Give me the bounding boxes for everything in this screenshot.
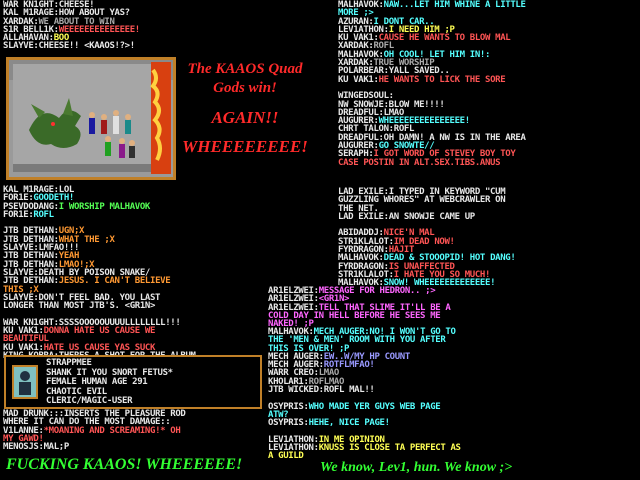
chat-message: CAUSE HE WANTS TO BLOW MAL bbox=[378, 33, 511, 44]
chat-message: HE WANTS TO LICK THE SORE bbox=[378, 74, 506, 85]
victory-banner: The KAAOS Quad Gods win! AGAIN!! WHEEEEE… bbox=[172, 60, 318, 156]
chat-line: OSYPRIS:HEHE, NICE PAGE! bbox=[268, 418, 461, 429]
chat-speaker: MENOSJS: bbox=[3, 442, 44, 453]
chat-message: KNUSS IS CLOSE TA PERFECT AS bbox=[318, 443, 461, 454]
chat-line: OSYPRIS:WHO MADE YER GUYS WEB PAGE bbox=[268, 401, 461, 412]
chat-line: MENOSJS:MAL;P bbox=[3, 442, 185, 453]
chat-message: NAW...LET HIM WHINE A LITTLE bbox=[383, 0, 526, 10]
chat-message: WEEEEEEEEEEEEEE! bbox=[58, 24, 140, 35]
chat-message: DONNA HATE US CAUSE WE bbox=[43, 326, 156, 337]
banner-line-3: AGAIN!! bbox=[211, 108, 279, 127]
chat-log-right-lower: MALHAVOK:MECH AUGER:NO! I WON'T GO TO TH… bbox=[268, 328, 461, 461]
chat-message: CASE POSTIN IN ALT.SEX.TIBS.ANUS bbox=[338, 157, 501, 168]
character-portrait-icon bbox=[12, 365, 38, 399]
chat-message: LONGER THAN MOST JTB'S. <GR1N> bbox=[3, 301, 156, 312]
chat-message: I WORSHIP MALHAVOK bbox=[58, 201, 151, 212]
bottom-right-caption: We know, Lev1, hun. We know ;> bbox=[320, 460, 513, 475]
chat-log-left-bottom: MAD DRUNK:::INSERTS THE PLEASURE ROD WHE… bbox=[3, 410, 186, 453]
character-card-line: CLERIC/MAGIC-USER bbox=[46, 396, 133, 406]
chat-speaker: JTB WICKED: bbox=[268, 385, 324, 396]
chat-speaker: LAD EXILE: bbox=[338, 211, 389, 222]
chat-speaker: FOR1E: bbox=[3, 209, 34, 220]
chat-line: CASE POSTIN IN ALT.SEX.TIBS.ANUS bbox=[338, 157, 526, 168]
chat-message: CHEESE!! <KAAOS!?>! bbox=[38, 41, 135, 52]
chat-line: SLAYVE:CHEESE!! <KAAOS!?>! bbox=[3, 41, 140, 52]
bottom-left-caption: FUCKING KAAOS! WHEEEEEE! bbox=[6, 456, 243, 473]
chat-line: KU VAK1:HE WANTS TO LICK THE SORE bbox=[338, 74, 526, 85]
chat-speaker: SLAYVE: bbox=[3, 41, 39, 52]
chat-message: JESUS. I CAN'T BELIEVE bbox=[58, 276, 171, 287]
chat-message: ROFL bbox=[33, 209, 54, 220]
chat-message: WHO MADE YER GUYS WEB PAGE bbox=[308, 401, 441, 412]
chat-message: HEHE, NICE PAGE! bbox=[308, 418, 390, 429]
banner-line-4: WHEEEEEEEE! bbox=[182, 137, 308, 156]
chat-log-right-arielzwei: AR1ELZWEI:MESSAGE FOR HEDRON.. ;> AR1ELZW… bbox=[268, 287, 451, 329]
chat-message: A GUILD bbox=[268, 451, 304, 462]
chat-message: MAL;P bbox=[43, 442, 70, 453]
chat-line: FOR1E:ROFL bbox=[3, 209, 196, 220]
banner-line-1: The KAAOS Quad bbox=[187, 61, 303, 77]
character-card-text: STRAPPMEE SHANK IT YOU SNORT FETUS* FEMALE… bbox=[46, 358, 173, 407]
character-card: STRAPPMEE SHANK IT YOU SNORT FETUS* FEMALE… bbox=[4, 355, 262, 409]
chat-message: *MOANING AND SCREAMING!* OH bbox=[43, 425, 181, 436]
battle-scene-icon bbox=[9, 60, 173, 177]
chat-log-right-middle: LAD EXILE:I TYPED IN KEYWORD "CUM GUZZLI… bbox=[338, 188, 516, 288]
chat-message: ROFL MAL!! bbox=[323, 385, 375, 396]
chat-speaker: OSYPRIS: bbox=[268, 418, 309, 429]
chat-speaker: KU VAK1: bbox=[338, 74, 379, 85]
chat-log-right-top: MALHAVOK:NAW...LET HIM WHINE A LITTLE MO… bbox=[338, 0, 526, 168]
chat-message: AN SNOWJE CAME UP bbox=[388, 211, 476, 222]
chat-line: LAD EXILE:AN SNOWJE CAME UP bbox=[338, 211, 515, 222]
banner-line-2: Gods win! bbox=[213, 80, 277, 96]
chat-line: LONGER THAN MOST JTB'S. <GR1N> bbox=[3, 301, 196, 312]
game-scene-image bbox=[6, 57, 176, 180]
chat-line: JTB WICKED:ROFL MAL!! bbox=[268, 385, 461, 396]
chat-log-left-top: WAR KN1GHT:CHEESE! KAL M1RAGE:HOW ABOUT Y… bbox=[3, 1, 140, 51]
chat-log-left-middle: KAL M1RAGE:LOL FOR1E:GOODETH! PSEVDODANG:I… bbox=[3, 186, 196, 361]
